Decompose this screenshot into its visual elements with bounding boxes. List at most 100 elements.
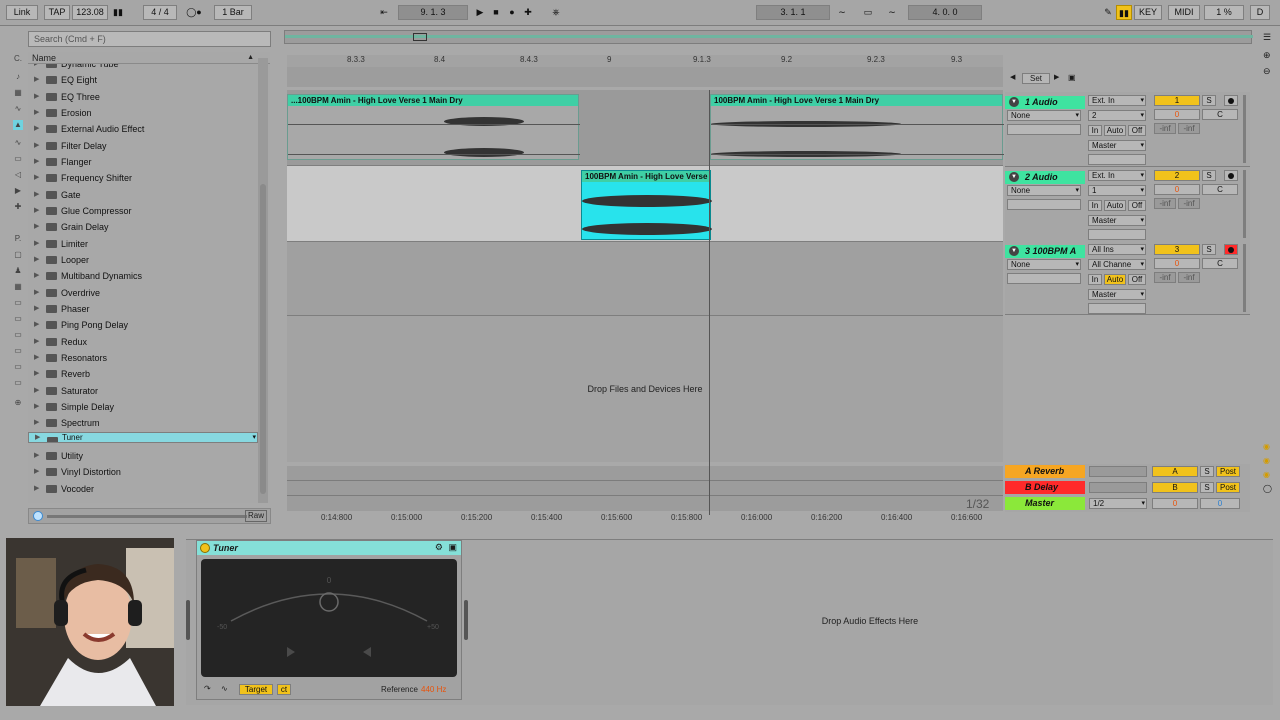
track-lane-3[interactable] xyxy=(287,242,1003,316)
master-output-select[interactable]: 1/2 xyxy=(1089,498,1147,509)
return-send-field[interactable] xyxy=(1089,466,1147,477)
browser-item[interactable]: ▶ Spectrum xyxy=(28,415,258,431)
browser-item[interactable]: ▶ Tuner xyxy=(28,431,258,443)
device-settings-icon[interactable]: ⚙ xyxy=(435,542,443,553)
device-scroll-handle[interactable] xyxy=(464,600,468,640)
raw-button[interactable]: Raw xyxy=(245,510,267,522)
browser-column-header[interactable]: Name ▲ xyxy=(28,52,270,64)
link-button[interactable]: Link xyxy=(6,5,38,20)
mixer-track[interactable]: 3 100BPM A▼NoneAll InsAll ChanneInAutoOf… xyxy=(1005,241,1250,315)
menu-lines-icon[interactable]: ☰ xyxy=(1263,32,1271,43)
expand-arrow-icon[interactable]: ▶ xyxy=(34,285,39,301)
expand-arrow-icon[interactable]: ▶ xyxy=(34,89,39,105)
arm-record-button[interactable] xyxy=(1224,244,1238,255)
expand-arrow-icon[interactable]: ▶ xyxy=(35,433,40,442)
samples-icon[interactable]: ▶ xyxy=(13,186,23,196)
browser-item[interactable]: ▶ Glue Compressor xyxy=(28,203,258,219)
volume-field[interactable]: 0 xyxy=(1154,184,1200,195)
metronome-icon[interactable]: ◯● xyxy=(184,5,204,20)
browser-item[interactable]: ▶ Looper xyxy=(28,252,258,268)
set-locator-button[interactable]: Set xyxy=(1022,73,1050,84)
pan-field[interactable]: C xyxy=(1202,109,1238,120)
browser-item[interactable]: ▶ Redux xyxy=(28,334,258,350)
output-channel-field[interactable] xyxy=(1088,154,1146,165)
track-lane-2[interactable]: 100BPM Amin - High Love Verse xyxy=(287,166,1003,242)
draw-mode-icon[interactable]: ✎ xyxy=(1100,5,1116,20)
tempo-field[interactable]: 123.08 xyxy=(72,5,108,20)
browser-item[interactable]: ▶ Erosion xyxy=(28,105,258,121)
grooves-icon[interactable]: ✚ xyxy=(13,202,23,212)
input-type-select[interactable]: Ext. In xyxy=(1088,170,1146,181)
browser-scrollbar[interactable] xyxy=(258,58,268,503)
output-channel-field[interactable] xyxy=(1088,229,1146,240)
browser-item[interactable]: ▶ Ping Pong Delay xyxy=(28,317,258,333)
track-activator-button[interactable]: 1 xyxy=(1154,95,1200,106)
monitor-auto-button[interactable]: Auto xyxy=(1104,274,1126,285)
master-volume-field[interactable]: 0 xyxy=(1152,498,1198,509)
master-track-name[interactable]: Master xyxy=(1005,497,1085,510)
return-send-field[interactable] xyxy=(1089,482,1147,493)
expand-arrow-icon[interactable]: ▶ xyxy=(34,252,39,268)
loop-length-field[interactable]: 4. 0. 0 xyxy=(908,5,982,20)
expand-arrow-icon[interactable]: ▶ xyxy=(34,236,39,252)
browser-item[interactable]: ▶ Grain Delay xyxy=(28,219,258,235)
browser-item[interactable]: ▶ Phaser xyxy=(28,301,258,317)
arrangement-overview[interactable] xyxy=(284,30,1253,44)
loop-start-field[interactable]: 3. 1. 1 xyxy=(756,5,830,20)
monitor-off-button[interactable]: Off xyxy=(1128,125,1146,136)
return-track-name[interactable]: B Delay xyxy=(1005,481,1085,494)
user-library-icon[interactable]: ♟ xyxy=(13,266,23,276)
song-position-field[interactable]: 9. 1. 3 xyxy=(398,5,468,20)
input-channel-select[interactable]: All Channe xyxy=(1088,259,1146,270)
expand-arrow-icon[interactable]: ▶ xyxy=(34,415,39,431)
expand-arrow-icon[interactable]: ▶ xyxy=(34,464,39,480)
track-empty-field[interactable] xyxy=(1007,124,1081,135)
browser-item[interactable]: ▶ Simple Delay xyxy=(28,399,258,415)
volume-field[interactable]: 0 xyxy=(1154,258,1200,269)
punch-in-icon[interactable]: ∼ xyxy=(834,5,850,20)
expand-arrow-icon[interactable]: ▶ xyxy=(34,187,39,203)
expand-arrow-icon[interactable]: ▶ xyxy=(34,138,39,154)
overdub-icon[interactable]: ✚ xyxy=(520,5,536,20)
device-power-icon[interactable] xyxy=(200,543,210,553)
folder-icon[interactable]: ▭ xyxy=(13,314,23,324)
automation-arm-icon[interactable]: ⎈ xyxy=(546,5,566,20)
browser-item[interactable]: ▶ Gate xyxy=(28,187,258,203)
audio-clip[interactable]: 100BPM Amin - High Love Verse 1 Main Dry xyxy=(710,94,1004,160)
expand-arrow-icon[interactable]: ▶ xyxy=(34,72,39,88)
browser-item[interactable]: ▶ External Audio Effect xyxy=(28,121,258,137)
expand-arrow-icon[interactable]: ▶ xyxy=(34,317,39,333)
post-button[interactable]: Post xyxy=(1216,482,1240,493)
current-project-icon[interactable]: ▦ xyxy=(13,282,23,292)
input-type-select[interactable]: All Ins xyxy=(1088,244,1146,255)
follow-icon[interactable]: ⇤ xyxy=(374,5,394,20)
return-track-b[interactable]: ▶ B Delay B S Post xyxy=(1005,480,1250,496)
monitor-off-button[interactable]: Off xyxy=(1128,200,1146,211)
sort-arrow-icon[interactable]: ▲ xyxy=(247,52,254,64)
input-channel-select[interactable]: 2 xyxy=(1088,110,1146,121)
add-folder-icon[interactable]: ⊕ xyxy=(13,398,23,408)
browser-item[interactable]: ▶ Vocoder xyxy=(28,481,258,497)
record-icon[interactable]: ● xyxy=(504,5,520,20)
track-activator-button[interactable]: 3 xyxy=(1154,244,1200,255)
play-icon[interactable]: ▶ xyxy=(472,5,488,20)
track-fold-icon[interactable]: ▼ xyxy=(1009,246,1019,256)
plugins-icon[interactable]: ▭ xyxy=(13,154,23,164)
expand-arrow-icon[interactable]: ▶ xyxy=(34,121,39,137)
browser-scroll-thumb[interactable] xyxy=(260,184,266,494)
histogram-icon[interactable]: ∿ xyxy=(221,684,228,693)
browser-item[interactable]: ▶ Dynamic Tube xyxy=(28,64,258,72)
browser-item[interactable]: ▶ Multiband Dynamics xyxy=(28,268,258,284)
beat-time-ruler[interactable]: 8.3.3 8.4 8.4.3 9 9.1.3 9.2 9.2.3 9.3 xyxy=(287,55,1003,67)
folder-icon[interactable]: ▭ xyxy=(13,330,23,340)
expand-arrow-icon[interactable]: ▶ xyxy=(34,170,39,186)
return-letter[interactable]: B xyxy=(1152,482,1198,493)
time-ruler[interactable]: 0:14:800 0:15:000 0:15:200 0:15:400 0:15:600… xyxy=(287,513,1003,525)
folder-icon[interactable]: ▭ xyxy=(13,346,23,356)
audio-effects-icon[interactable]: ∿ xyxy=(13,104,23,114)
solo-button[interactable]: S xyxy=(1202,244,1216,255)
monitor-auto-button[interactable]: Auto xyxy=(1104,125,1126,136)
packs-icon[interactable]: ▢ xyxy=(13,250,23,260)
browser-item[interactable]: ▶ Limiter xyxy=(28,236,258,252)
browser-item[interactable]: ▶ Utility xyxy=(28,448,258,464)
